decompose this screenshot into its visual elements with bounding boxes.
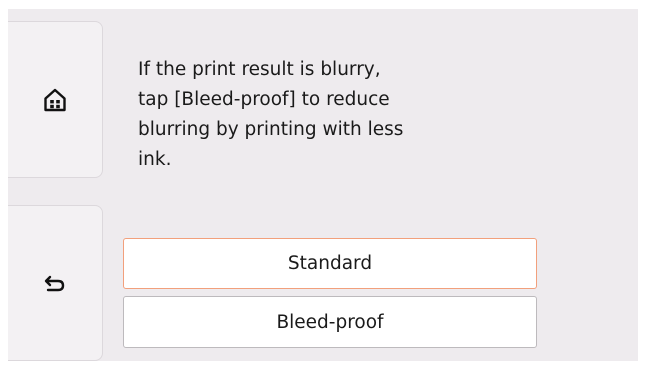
standard-button[interactable]: Standard [123,238,537,289]
home-button[interactable] [8,21,103,178]
bleed-proof-button[interactable]: Bleed-proof [123,296,537,348]
back-button[interactable] [8,205,103,361]
back-arrow-icon [44,274,66,292]
home-icon [44,88,66,112]
instruction-message: If the print result is blurry, tap [Blee… [138,59,404,170]
printer-screen: If the print result is blurry, tap [Blee… [8,9,638,361]
